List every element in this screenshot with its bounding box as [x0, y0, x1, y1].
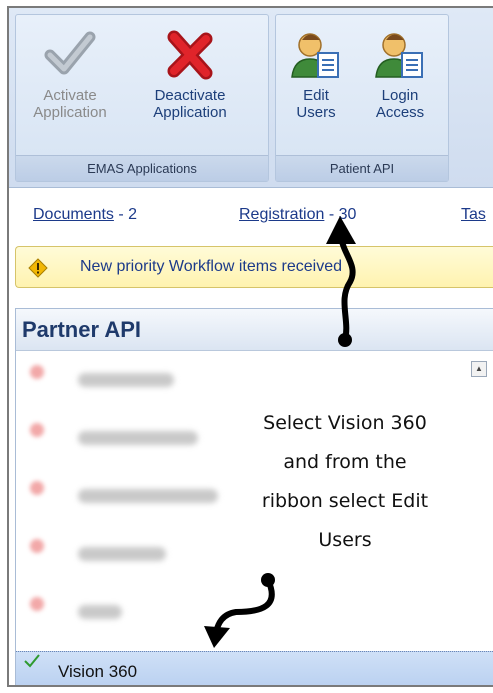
ribbon-group-emas-applications: Activate Application Deactivate Applicat…: [15, 14, 269, 182]
inactive-x-icon: [30, 597, 44, 611]
red-x-icon: [167, 30, 213, 80]
panel-title: Partner API: [16, 309, 493, 351]
deactivate-application-label: Deactivate Application: [153, 87, 227, 121]
blurred-item-label: [78, 489, 218, 503]
inactive-x-icon: [30, 539, 44, 553]
link-documents[interactable]: Documents - 2: [33, 206, 137, 224]
annotation-note: Select Vision 360 and from the ribbon se…: [261, 412, 429, 551]
blurred-item-label: [78, 373, 174, 387]
activate-application-button[interactable]: Activate Application: [20, 23, 120, 143]
link-tasks[interactable]: Tas: [461, 206, 486, 224]
activate-application-label: Activate Application: [33, 87, 107, 121]
ribbon-group-label: EMAS Applications: [16, 155, 268, 181]
ribbon: Activate Application Deactivate Applicat…: [9, 8, 493, 188]
list-item-selected[interactable]: Vision 360: [16, 651, 493, 685]
list-item[interactable]: [16, 595, 493, 629]
blurred-item-label: [78, 431, 198, 445]
deactivate-application-button[interactable]: Deactivate Application: [140, 23, 240, 143]
list-item[interactable]: [16, 363, 493, 397]
inactive-x-icon: [30, 423, 44, 437]
workflow-links-row: Documents - 2 Registration - 30 Tas: [9, 206, 493, 230]
selected-item-label: Vision 360: [58, 662, 138, 681]
blurred-item-label: [78, 547, 166, 561]
alert-text: New priority Workflow items received: [80, 258, 342, 275]
login-access-label: Login Access: [375, 87, 425, 121]
inactive-x-icon: [30, 481, 44, 495]
ribbon-group-patient-api: Edit Users Login Access Patient API: [275, 14, 449, 182]
login-access-button[interactable]: Login Access: [350, 23, 450, 143]
ribbon-group-label: Patient API: [276, 155, 448, 181]
checkmark-icon: [44, 31, 96, 75]
priority-alert-bar[interactable]: New priority Workflow items received: [15, 246, 493, 288]
warning-diamond-icon: [28, 258, 48, 278]
user-document-icon: [375, 33, 423, 78]
link-registration[interactable]: Registration - 30: [239, 206, 356, 224]
blurred-item-label: [78, 605, 122, 619]
green-check-icon: [24, 654, 40, 668]
user-document-icon: [291, 33, 339, 78]
inactive-x-icon: [30, 365, 44, 379]
app-window: Activate Application Deactivate Applicat…: [7, 6, 493, 687]
